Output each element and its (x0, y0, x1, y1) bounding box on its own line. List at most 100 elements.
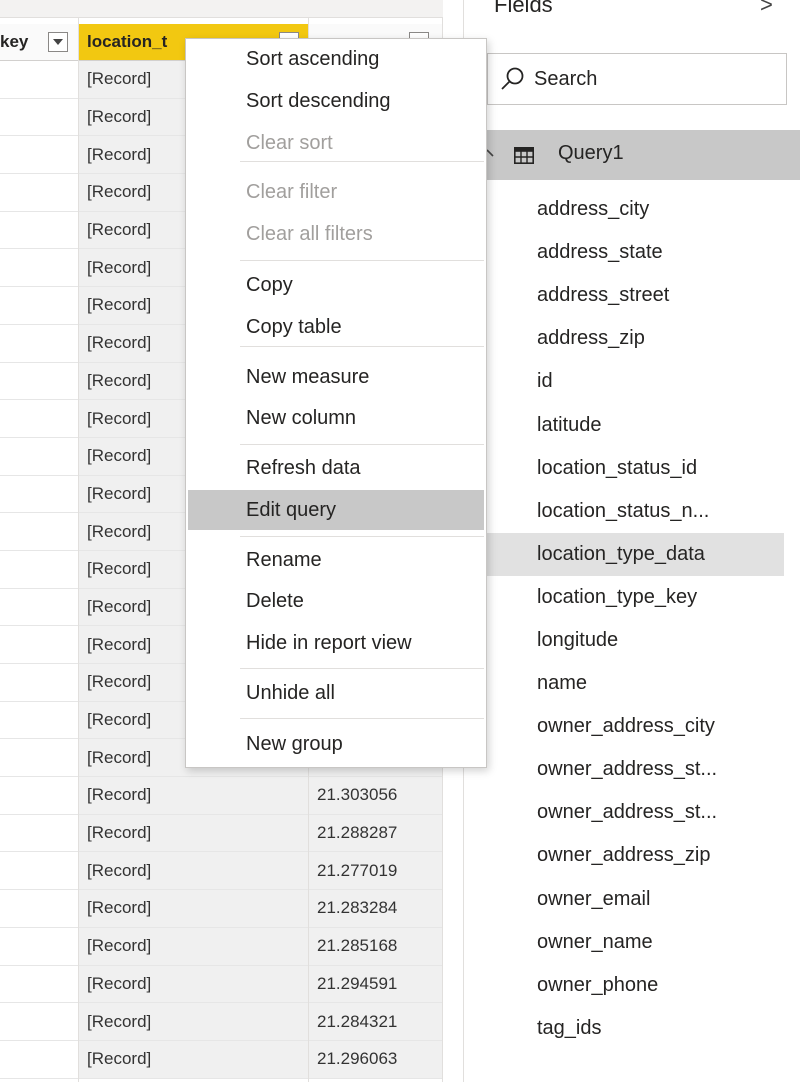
cell-latitude[interactable]: 21.303056 (309, 777, 443, 814)
field-item-longitude[interactable]: longitude (464, 619, 800, 662)
field-item-owner-address-st[interactable]: owner_address_st... (464, 748, 800, 791)
column-filter-dropdown-icon[interactable] (48, 32, 68, 52)
cell-location-type-key[interactable] (0, 400, 79, 437)
field-item-owner-address-city[interactable]: owner_address_city (464, 705, 800, 748)
table-row[interactable]: [Record] 21.277019 (0, 852, 443, 891)
cell-location-type-key[interactable] (0, 739, 79, 777)
cell-location-type-key[interactable] (0, 475, 79, 513)
table-node-query1[interactable]: Query1 (486, 130, 800, 180)
cell-location-type-key[interactable] (0, 852, 79, 890)
expand-chevron-icon[interactable] (486, 144, 497, 164)
cell-location-type-key[interactable] (0, 664, 79, 701)
search-input[interactable] (534, 67, 774, 91)
cell-location-type-key[interactable] (0, 550, 79, 588)
menu-separator (240, 444, 484, 445)
cell-location-type-key[interactable] (0, 701, 79, 739)
field-item-owner-address-zip[interactable]: owner_address_zip (464, 834, 800, 877)
field-item-location-status-id[interactable]: location_status_id (464, 447, 800, 490)
cell-location-type-key[interactable] (0, 174, 79, 211)
cell-location-type-key[interactable] (0, 890, 79, 927)
field-item-address-state[interactable]: address_state (464, 231, 800, 274)
cell-latitude[interactable]: 21.283284 (309, 890, 443, 927)
menu-item-sort-descending[interactable]: Sort descending (186, 81, 486, 121)
cell-location-type-key[interactable] (0, 1003, 79, 1040)
menu-item-new-column[interactable]: New column (186, 398, 486, 438)
menu-item-delete[interactable]: Delete (186, 581, 486, 621)
cell-location-type-data[interactable]: [Record] (79, 927, 309, 965)
field-item-owner-address-st[interactable]: owner_address_st... (464, 791, 800, 834)
field-item-name[interactable]: name (464, 662, 800, 705)
cell-location-type-data[interactable]: [Record] (79, 814, 309, 852)
field-item-location-status-n[interactable]: location_status_n... (464, 490, 800, 533)
collapse-pane-icon[interactable]: > (760, 0, 773, 18)
table-row[interactable]: [Record] 21.285168 (0, 927, 443, 966)
field-list: address_city address_state address_street a… (464, 188, 800, 1050)
table-row[interactable]: [Record] 21.288287 (0, 814, 443, 853)
field-item-address-city[interactable]: address_city (464, 188, 800, 231)
cell-location-type-key[interactable] (0, 287, 79, 324)
menu-item-copy[interactable]: Copy (186, 265, 486, 305)
cell-location-type-data[interactable]: [Record] (79, 1003, 309, 1040)
table-row[interactable]: [Record] 21.283284 (0, 890, 443, 928)
menu-item-new-measure[interactable]: New measure (186, 357, 486, 397)
cell-location-type-key[interactable] (0, 211, 79, 249)
menu-item-sort-ascending[interactable]: Sort ascending (186, 39, 486, 79)
menu-item-unhide-all[interactable]: Unhide all (186, 673, 486, 713)
cell-latitude[interactable]: 21.277019 (309, 852, 443, 890)
cell-location-type-data[interactable]: [Record] (79, 890, 309, 927)
cell-location-type-key[interactable] (0, 249, 79, 287)
field-item-address-street[interactable]: address_street (464, 274, 800, 317)
field-item-owner-email[interactable]: owner_email (464, 878, 800, 921)
menu-item-refresh-data[interactable]: Refresh data (186, 448, 486, 488)
cell-latitude[interactable]: 21.284321 (309, 1003, 443, 1040)
cell-latitude[interactable]: 21.285168 (309, 927, 443, 965)
cell-location-type-data[interactable]: [Record] (79, 777, 309, 814)
menu-separator (240, 161, 484, 162)
cell-location-type-key[interactable] (0, 1040, 79, 1078)
cell-location-type-data[interactable]: [Record] (79, 1040, 309, 1078)
cell-location-type-key[interactable] (0, 324, 79, 362)
column-header-location-type-key[interactable]: key (0, 24, 79, 61)
column-header-label: location_t (87, 32, 168, 51)
cell-location-type-key[interactable] (0, 136, 79, 174)
menu-item-rename[interactable]: Rename (186, 540, 486, 580)
menu-item-clear-all-filters: Clear all filters (246, 222, 373, 245)
cell-location-type-data[interactable]: [Record] (79, 965, 309, 1003)
cell-location-type-key[interactable] (0, 777, 79, 814)
menu-item-hide-in-report-view[interactable]: Hide in report view (186, 623, 486, 663)
menu-item-clear-filter: Clear filter (246, 180, 338, 203)
menu-item-copy-table[interactable]: Copy table (186, 307, 486, 347)
menu-separator (240, 260, 484, 261)
menu-item-new-group[interactable]: New group (186, 724, 486, 764)
cell-location-type-key[interactable] (0, 362, 79, 400)
cell-location-type-key[interactable] (0, 437, 79, 475)
field-item-tag-ids[interactable]: tag_ids (464, 1007, 800, 1050)
cell-location-type-key[interactable] (0, 588, 79, 626)
fields-search-box[interactable] (487, 53, 787, 105)
menu-item-clear-sort: Clear sort (246, 131, 333, 154)
cell-location-type-key[interactable] (0, 965, 79, 1003)
cell-location-type-key[interactable] (0, 61, 79, 98)
field-item-id[interactable]: id (464, 360, 800, 403)
table-row[interactable]: [Record] 21.296063 (0, 1040, 443, 1079)
field-item-location-type-data[interactable]: location_type_data (487, 532, 784, 576)
field-item-owner-phone[interactable]: owner_phone (464, 964, 800, 1007)
field-item-location-type-key[interactable]: location_type_key (464, 576, 800, 619)
field-item-address-zip[interactable]: address_zip (464, 317, 800, 360)
field-item-owner-name[interactable]: owner_name (464, 921, 800, 964)
column-header-label: key (0, 32, 29, 51)
cell-location-type-key[interactable] (0, 814, 79, 852)
cell-latitude[interactable]: 21.294591 (309, 965, 443, 1003)
table-row[interactable]: [Record] 21.303056 (0, 777, 443, 815)
cell-latitude[interactable]: 21.296063 (309, 1040, 443, 1078)
cell-location-type-key[interactable] (0, 927, 79, 965)
field-item-latitude[interactable]: latitude (464, 403, 800, 446)
cell-location-type-data[interactable]: [Record] (79, 852, 309, 890)
cell-location-type-key[interactable] (0, 98, 79, 136)
cell-location-type-key[interactable] (0, 626, 79, 663)
table-row[interactable]: [Record] 21.284321 (0, 1003, 443, 1041)
cell-latitude[interactable]: 21.288287 (309, 814, 443, 852)
table-row[interactable]: [Record] 21.294591 (0, 965, 443, 1004)
cell-location-type-key[interactable] (0, 513, 79, 550)
menu-item-edit-query[interactable]: Edit query (188, 490, 484, 530)
